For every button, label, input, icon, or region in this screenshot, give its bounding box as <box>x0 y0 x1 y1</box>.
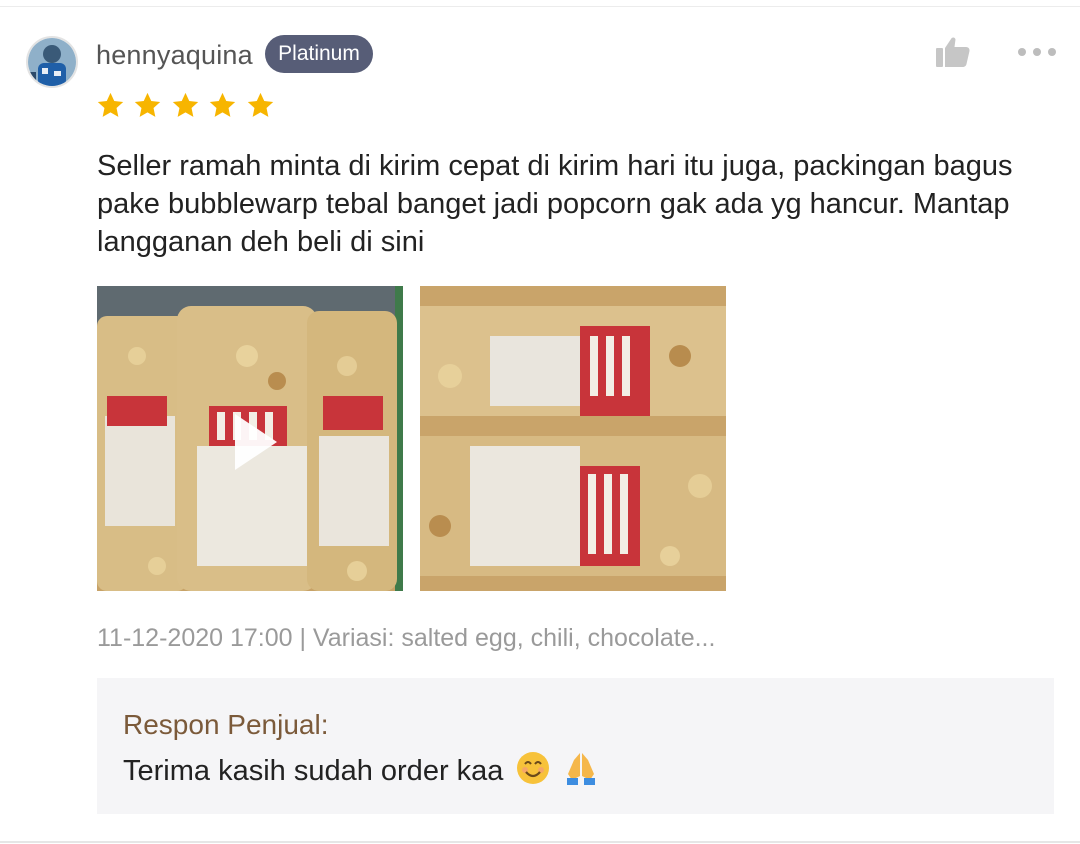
review-meta: 11-12-2020 17:00 | Variasi: salted egg, … <box>97 624 716 652</box>
star-icon <box>210 92 236 117</box>
review-card: hennyaquina Platinum Seller ramah minta … <box>0 0 1080 844</box>
review-video-thumbnail[interactable] <box>97 286 403 591</box>
seller-response-message: Terima kasih sudah order kaa <box>123 755 504 787</box>
thumbs-up-icon[interactable] <box>935 36 971 68</box>
star-icon <box>247 92 273 117</box>
star-icon <box>97 92 124 117</box>
star-icon <box>172 92 199 117</box>
avatar[interactable] <box>26 36 78 88</box>
more-options-icon[interactable] <box>1016 42 1058 62</box>
seller-response: Respon Penjual: Terima kasih sudah order… <box>97 678 1054 814</box>
seller-response-message-row: Terima kasih sudah order kaa <box>123 750 598 790</box>
bottom-divider <box>0 841 1080 843</box>
review-text: Seller ramah minta di kirim cepat di kir… <box>97 150 1013 258</box>
username: hennyaquina <box>96 40 253 70</box>
review-image-thumbnail[interactable] <box>420 286 726 591</box>
smiling-face-icon <box>517 752 550 784</box>
top-divider <box>0 6 1080 7</box>
seller-response-title: Respon Penjual: <box>123 709 329 740</box>
star-icon <box>135 92 161 117</box>
star-rating <box>96 91 279 121</box>
membership-badge: Platinum <box>265 35 373 73</box>
folded-hands-icon <box>566 753 595 785</box>
